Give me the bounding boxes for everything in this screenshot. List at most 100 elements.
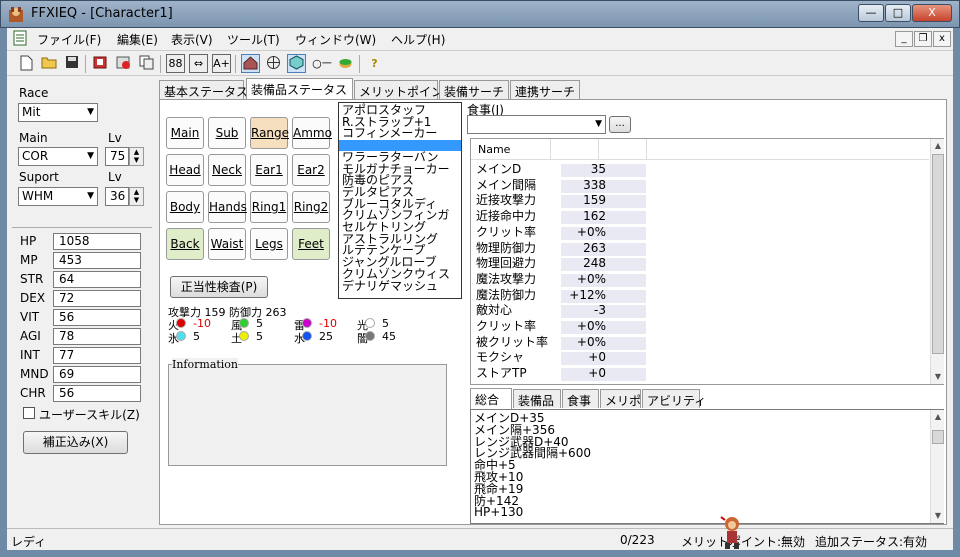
support-lv-stepper[interactable]: ▲ ▼ bbox=[129, 187, 144, 206]
slot-ear2-button[interactable]: Ear2 bbox=[292, 154, 330, 186]
globe-icon[interactable] bbox=[264, 54, 283, 73]
tab-merit-points[interactable]: メリットポイント bbox=[354, 80, 455, 99]
save-icon[interactable] bbox=[62, 54, 81, 73]
slot-waist-button[interactable]: Waist bbox=[208, 228, 246, 260]
stat-table-scrollbar[interactable]: ▲ ▼ bbox=[930, 139, 944, 384]
main-job-select[interactable]: COR ▼ bbox=[18, 147, 98, 166]
copy-icon[interactable] bbox=[137, 54, 156, 73]
item-list-entry[interactable]: コフィンメーカー bbox=[342, 127, 437, 139]
scroll-thumb[interactable] bbox=[932, 154, 944, 354]
tab-equipment-search[interactable]: 装備サーチ bbox=[439, 80, 509, 99]
summary-tab[interactable]: アビリティ bbox=[642, 389, 706, 408]
element-orb-icon bbox=[365, 331, 375, 341]
summary-tab[interactable]: メリポ bbox=[600, 389, 641, 408]
summary-tab[interactable]: 食事 bbox=[562, 389, 599, 408]
slot-ring2-button[interactable]: Ring2 bbox=[292, 191, 330, 223]
scroll-up-icon[interactable]: ▲ bbox=[931, 410, 945, 424]
user-skill-checkbox[interactable] bbox=[23, 407, 35, 419]
dial-icon[interactable]: 88 bbox=[166, 54, 185, 73]
open-folder-icon[interactable] bbox=[39, 54, 58, 73]
maximize-button[interactable]: □ bbox=[885, 4, 911, 22]
home-icon[interactable] bbox=[241, 54, 260, 73]
menu-tools[interactable]: ツール(T) bbox=[227, 31, 280, 48]
stat-row[interactable]: 物理防御力 263 bbox=[476, 241, 646, 257]
stat-row-value: +0 bbox=[588, 350, 606, 365]
cube-icon[interactable] bbox=[287, 54, 306, 73]
menu-file[interactable]: ファイル(F) bbox=[37, 31, 101, 48]
stat-row[interactable]: 近接攻撃力 159 bbox=[476, 193, 646, 209]
column-header[interactable] bbox=[551, 139, 599, 159]
stat-row[interactable]: 近接命中力 162 bbox=[476, 209, 646, 225]
key-icon[interactable]: ○ㅡ bbox=[310, 54, 334, 73]
scroll-thumb[interactable] bbox=[932, 430, 944, 444]
slot-ring1-button[interactable]: Ring1 bbox=[250, 191, 288, 223]
item-list-entry[interactable]: デナリゲマッシュ bbox=[342, 280, 438, 292]
mdi-close-button[interactable]: x bbox=[933, 31, 951, 47]
stat-row[interactable]: 敵対心 -3 bbox=[476, 303, 646, 319]
slot-hands-button[interactable]: Hands bbox=[208, 191, 247, 223]
slot-ear1-button[interactable]: Ear1 bbox=[250, 154, 288, 186]
stat-row[interactable]: ストアTP +0 bbox=[476, 366, 646, 382]
equipment-item-list[interactable]: アポロスタッフ R.ストラップ+1 コフィンメーカー ワラーラターバン モルガナチョーカ… bbox=[338, 102, 462, 299]
validity-check-button[interactable]: 正当性検査(P) bbox=[170, 276, 268, 298]
support-job-select[interactable]: WHM ▼ bbox=[18, 187, 98, 206]
stat-row[interactable]: 魔法攻撃力 +0% bbox=[476, 272, 646, 288]
column-header[interactable] bbox=[599, 139, 647, 159]
stat-row[interactable]: クリット率 +0% bbox=[476, 319, 646, 335]
summary-tab[interactable]: 総合 bbox=[470, 388, 512, 409]
menu-edit[interactable]: 編集(E) bbox=[117, 31, 158, 48]
slot-main-button[interactable]: Main bbox=[166, 117, 204, 149]
race-select[interactable]: Mit ▼ bbox=[18, 103, 98, 122]
mdi-minimize-button[interactable]: _ bbox=[895, 31, 913, 47]
slot-body-button[interactable]: Body bbox=[166, 191, 204, 223]
fight-icon[interactable]: ⇔ bbox=[189, 54, 208, 73]
main-lv-input[interactable]: 75 bbox=[105, 147, 129, 166]
stat-row-value: +0% bbox=[576, 224, 606, 239]
delete-set-icon[interactable] bbox=[114, 54, 133, 73]
stat-row[interactable]: メインD 35 bbox=[476, 162, 646, 178]
stat-row[interactable]: 魔法防御力 +12% bbox=[476, 288, 646, 304]
stat-row[interactable]: 物理回避力 248 bbox=[476, 256, 646, 272]
slot-sub-button[interactable]: Sub bbox=[208, 117, 246, 149]
menu-view[interactable]: 表示(V) bbox=[171, 31, 213, 48]
food-browse-button[interactable]: ... bbox=[609, 116, 631, 133]
tab-equipment-status[interactable]: 装備品ステータス bbox=[246, 78, 353, 99]
stat-row[interactable]: クリット率 +0% bbox=[476, 225, 646, 241]
slot-range-button[interactable]: Range bbox=[250, 117, 289, 149]
stat-row[interactable]: メイン間隔 338 bbox=[476, 178, 646, 194]
scroll-down-icon[interactable]: ▼ bbox=[931, 509, 945, 523]
status-bar: レディ 0/223 メリットポイント:無効 追加ステータス:有効 bbox=[7, 516, 953, 550]
main-lv-stepper[interactable]: ▲ ▼ bbox=[129, 147, 144, 166]
totals-textarea[interactable]: メインD+35 メイン隔+356 レンジ武器D+40 レンジ武器間隔+600 命中+5 飛… bbox=[470, 409, 944, 524]
new-file-icon[interactable] bbox=[17, 54, 36, 73]
status-count: 0/223 bbox=[620, 533, 655, 547]
stat-row-value: 338 bbox=[583, 177, 606, 192]
column-header-name[interactable]: Name bbox=[471, 139, 551, 159]
slot-ammo-button[interactable]: Ammo bbox=[292, 117, 332, 149]
slot-head-button[interactable]: Head bbox=[166, 154, 204, 186]
food-select[interactable]: ▼ bbox=[467, 115, 606, 134]
slot-back-button[interactable]: Back bbox=[166, 228, 204, 260]
slot-feet-button[interactable]: Feet bbox=[292, 228, 330, 260]
book-icon[interactable] bbox=[91, 54, 110, 73]
minimize-button[interactable]: — bbox=[858, 4, 884, 22]
totals-scrollbar[interactable]: ▲ ▼ bbox=[930, 410, 944, 523]
stat-row[interactable]: モクシャ +0 bbox=[476, 350, 646, 366]
stat-row[interactable]: 被クリット率 +0% bbox=[476, 335, 646, 351]
mdi-restore-button[interactable]: ❐ bbox=[914, 31, 932, 47]
help-icon[interactable]: ? bbox=[365, 54, 384, 73]
summary-tab[interactable]: 装備品 bbox=[513, 389, 561, 408]
scroll-up-icon[interactable]: ▲ bbox=[931, 139, 945, 153]
food-icon[interactable] bbox=[336, 54, 355, 73]
text-icon[interactable]: A+ bbox=[212, 54, 231, 73]
scroll-down-icon[interactable]: ▼ bbox=[931, 370, 945, 384]
tab-basic-status[interactable]: 基本ステータス bbox=[159, 80, 248, 99]
correction-button[interactable]: 補正込み(X) bbox=[23, 431, 128, 454]
tab-skillchain-search[interactable]: 連携サーチ bbox=[510, 80, 580, 99]
close-button[interactable]: X bbox=[912, 4, 952, 22]
menu-help[interactable]: ヘルプ(H) bbox=[391, 31, 445, 48]
support-lv-input[interactable]: 36 bbox=[105, 187, 129, 206]
slot-legs-button[interactable]: Legs bbox=[250, 228, 288, 260]
slot-neck-button[interactable]: Neck bbox=[208, 154, 246, 186]
menu-window[interactable]: ウィンドウ(W) bbox=[295, 31, 376, 48]
